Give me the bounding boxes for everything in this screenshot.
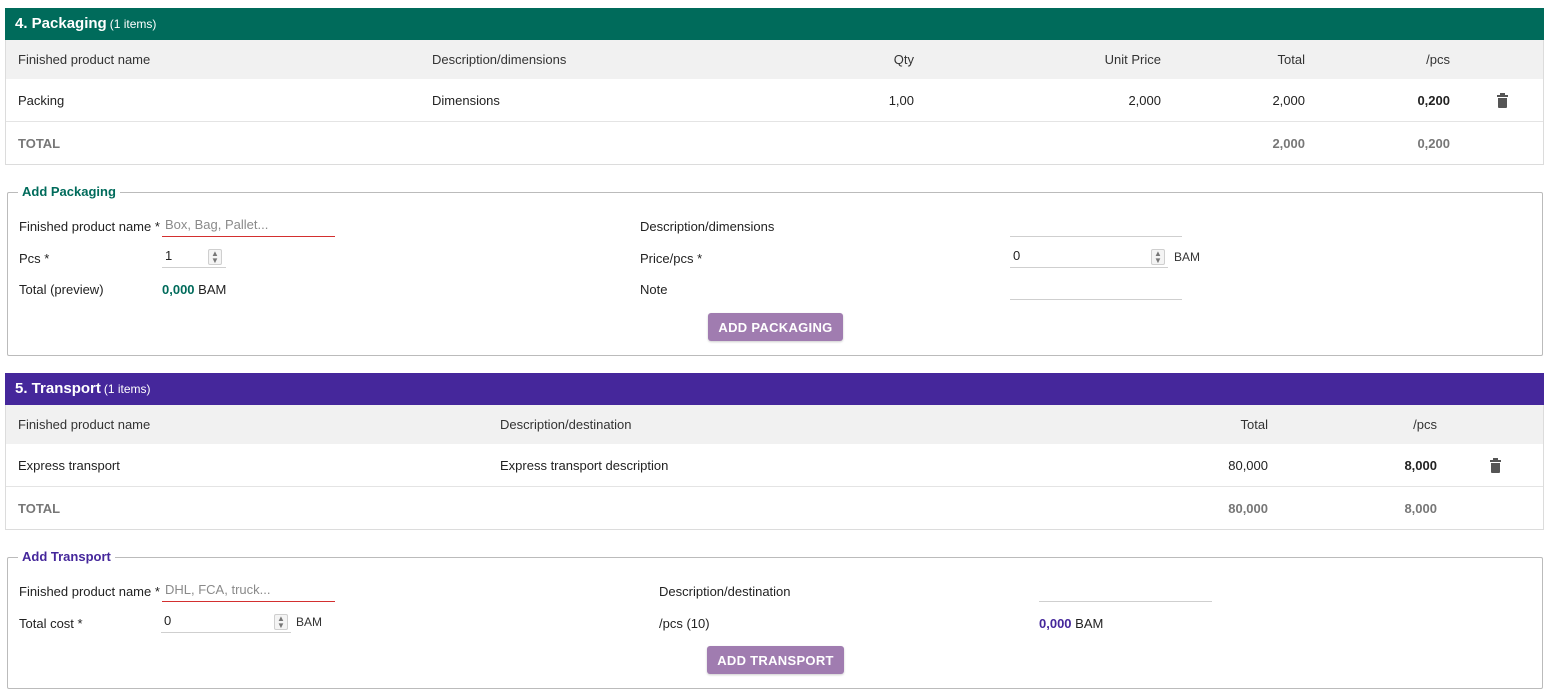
table-header-row: Finished product name Description/destin…: [6, 405, 1543, 444]
delete-icon[interactable]: [1490, 458, 1501, 473]
add-transport-button[interactable]: ADD TRANSPORT: [707, 646, 844, 674]
preview-label: Total (preview): [19, 282, 104, 297]
per-pcs-unit: BAM: [1075, 616, 1104, 631]
per-pcs-label: /pcs (10): [659, 616, 710, 631]
total-value: 80,000: [1228, 500, 1268, 516]
pcs-stepper[interactable]: ▲ ▼: [208, 249, 222, 265]
row-name: Express transport: [18, 457, 120, 473]
col-header-per-pcs: /pcs: [1413, 417, 1437, 432]
add-packaging-legend: Add Packaging: [18, 184, 120, 199]
preview-unit: BAM: [198, 282, 227, 297]
row-unit-price: 2,000: [1128, 92, 1161, 108]
preview-total: 0,000 BAM: [162, 282, 226, 297]
col-header-description: Description/destination: [500, 417, 632, 432]
table-header-row: Finished product name Description/dimens…: [6, 40, 1543, 79]
price-label: Price/pcs *: [640, 251, 703, 266]
packaging-title: 4. Packaging: [15, 15, 107, 32]
transport-section-header: 5. Transport (1 items): [5, 373, 1544, 405]
transport-name-input[interactable]: [162, 578, 335, 602]
cost-stepper[interactable]: ▲ ▼: [274, 614, 288, 630]
total-value: 2,000: [1272, 135, 1305, 151]
per-pcs-preview: 0,000 BAM: [1039, 616, 1103, 631]
add-transport-form: Add Transport Finished product name * To…: [7, 549, 1543, 689]
total-per-pcs: 0,200: [1417, 135, 1450, 151]
add-transport-legend: Add Transport: [18, 549, 115, 564]
delete-icon[interactable]: [1497, 93, 1508, 108]
cost-input[interactable]: [161, 609, 291, 633]
row-per-pcs: 0,200: [1417, 92, 1450, 108]
description-input[interactable]: [1010, 213, 1182, 237]
table-total-row: TOTAL 2,000 0,200: [6, 122, 1543, 164]
row-name: Packing: [18, 92, 65, 108]
row-description: Dimensions: [432, 92, 500, 108]
name-label: Finished product name *: [19, 219, 160, 234]
row-total: 2,000: [1272, 92, 1305, 108]
price-input[interactable]: [1010, 244, 1168, 268]
col-header-unit-price: Unit Price: [1104, 52, 1161, 67]
col-header-description: Description/dimensions: [432, 52, 567, 67]
price-stepper[interactable]: ▲ ▼: [1151, 249, 1165, 265]
packaging-item-count: (1 items): [109, 17, 157, 31]
transport-title: 5. Transport: [15, 380, 101, 397]
row-description: Express transport description: [500, 457, 669, 473]
table-row: Express transport Express transport desc…: [6, 444, 1543, 487]
preview-value: 0,000: [162, 282, 195, 297]
total-per-pcs: 8,000: [1404, 500, 1437, 516]
description-input[interactable]: [1039, 578, 1212, 602]
per-pcs-value: 0,000: [1039, 616, 1072, 631]
col-header-total: Total: [1277, 52, 1305, 67]
row-total: 80,000: [1228, 457, 1268, 473]
note-label: Note: [640, 282, 668, 297]
transport-table: Finished product name Description/destin…: [5, 405, 1544, 530]
total-label: TOTAL: [18, 135, 61, 151]
packaging-table: Finished product name Description/dimens…: [5, 40, 1544, 165]
name-label: Finished product name *: [19, 584, 160, 599]
transport-item-count: (1 items): [103, 382, 151, 396]
col-header-total: Total: [1240, 417, 1268, 432]
col-header-name: Finished product name: [18, 417, 151, 432]
cost-label: Total cost *: [19, 616, 83, 631]
packaging-section-header: 4. Packaging (1 items): [5, 8, 1544, 40]
cost-unit: BAM: [296, 615, 323, 629]
note-input[interactable]: [1010, 276, 1182, 300]
col-header-qty: Qty: [893, 52, 914, 67]
row-qty: 1,00: [888, 92, 914, 108]
total-label: TOTAL: [18, 500, 61, 516]
row-per-pcs: 8,000: [1404, 457, 1437, 473]
col-header-name: Finished product name: [18, 52, 151, 67]
description-label: Description/destination: [659, 584, 791, 599]
table-total-row: TOTAL 80,000 8,000: [6, 487, 1543, 529]
add-packaging-form: Add Packaging Finished product name * Pc…: [7, 184, 1543, 356]
description-label: Description/dimensions: [640, 219, 775, 234]
packaging-name-input[interactable]: [162, 213, 335, 237]
price-unit: BAM: [1174, 250, 1201, 264]
table-row: Packing Dimensions 1,00 2,000 2,000 0,20…: [6, 79, 1543, 122]
col-header-per-pcs: /pcs: [1426, 52, 1450, 67]
pcs-label: Pcs *: [19, 251, 50, 266]
add-packaging-button[interactable]: ADD PACKAGING: [708, 313, 843, 341]
